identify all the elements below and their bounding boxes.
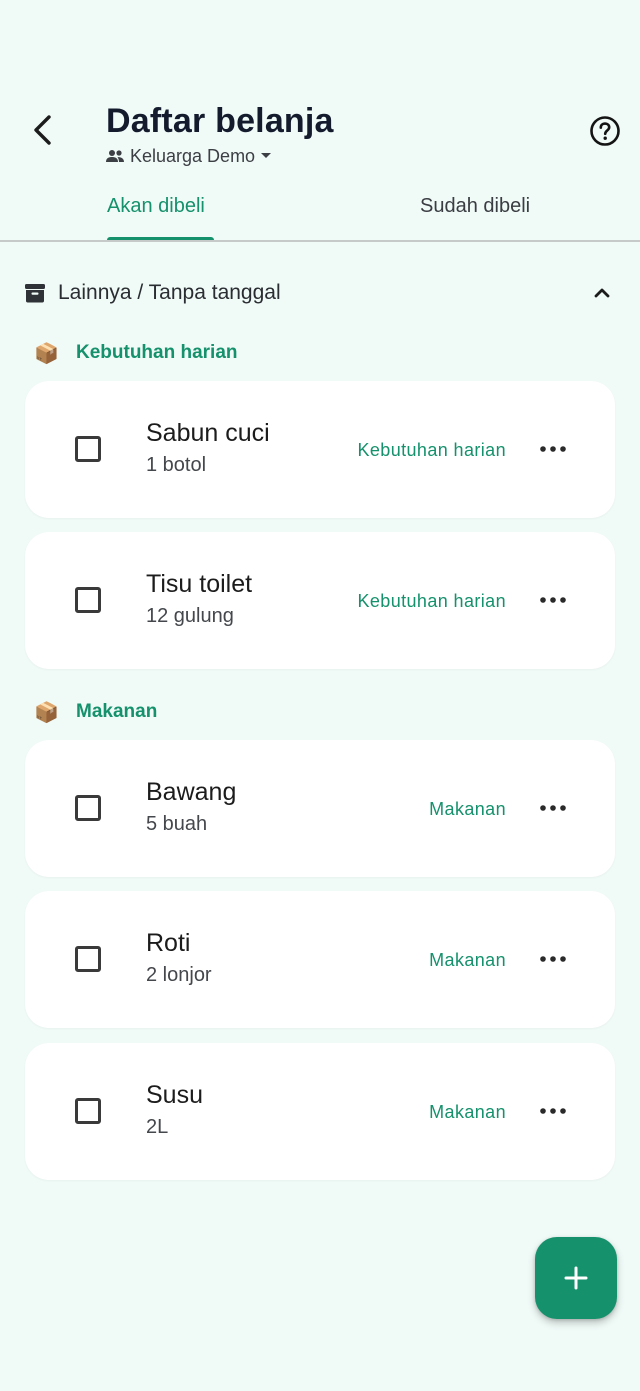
item-quantity: 12 gulung: [146, 605, 234, 627]
item-category-tag: Kebutuhan harian: [357, 591, 506, 611]
caret-down-icon: [261, 153, 272, 158]
people-icon: [106, 150, 124, 162]
section-label: Lainnya / Tanpa tanggal: [58, 281, 281, 304]
tab-label: Sudah dibeli: [420, 195, 531, 217]
item-name: Sabun cuci: [146, 419, 270, 447]
more-horizontal-icon: [540, 805, 566, 811]
item-checkbox[interactable]: [75, 795, 101, 821]
item-quantity: 5 buah: [146, 813, 208, 835]
app-screen: Daftar belanja Keluarga Demo Akan dibeli…: [0, 0, 640, 1391]
tab-akan-dibeli[interactable]: Akan dibeli: [0, 186, 320, 242]
family-name: Keluarga Demo: [130, 145, 256, 166]
archive-box-icon: [25, 284, 45, 303]
more-options-button[interactable]: [535, 584, 571, 616]
list-item[interactable]: Sabun cuci 1 botol Kebutuhan harian: [25, 381, 615, 518]
item-category-tag: Makanan: [429, 1102, 506, 1122]
item-checkbox[interactable]: [75, 1098, 101, 1124]
tabs-divider: [0, 240, 640, 242]
more-options-button[interactable]: [535, 943, 571, 975]
back-button[interactable]: [22, 108, 62, 152]
item-category-tag: Kebutuhan harian: [357, 440, 506, 460]
section-header-lainnya[interactable]: Lainnya / Tanpa tanggal: [24, 276, 618, 310]
package-icon: 📦: [34, 701, 59, 724]
chevron-up-icon[interactable]: [590, 281, 614, 305]
more-horizontal-icon: [540, 956, 566, 962]
more-horizontal-icon: [540, 597, 566, 603]
page-title: Daftar belanja: [106, 102, 334, 140]
item-checkbox[interactable]: [75, 436, 101, 462]
item-quantity: 2 lonjor: [146, 964, 212, 986]
add-item-button[interactable]: [535, 1237, 617, 1319]
tab-label: Akan dibeli: [107, 195, 205, 217]
item-quantity: 2L: [146, 1116, 169, 1138]
item-checkbox[interactable]: [75, 946, 101, 972]
item-category-tag: Makanan: [429, 950, 506, 970]
group-label-text: Kebutuhan harian: [76, 342, 238, 363]
item-checkbox[interactable]: [75, 587, 101, 613]
family-selector[interactable]: Keluarga Demo: [106, 143, 272, 169]
item-name: Susu: [146, 1081, 203, 1109]
item-name: Bawang: [146, 778, 237, 806]
item-name: Tisu toilet: [146, 570, 253, 598]
arrow-back-icon: [34, 115, 51, 145]
group-label-text: Makanan: [76, 701, 158, 722]
tab-bar: Akan dibeli Sudah dibeli: [0, 186, 640, 242]
item-category-tag: Makanan: [429, 799, 506, 819]
more-options-button[interactable]: [535, 433, 571, 465]
group-label-kebutuhan-harian: 📦 Kebutuhan harian: [34, 339, 238, 367]
list-item[interactable]: Tisu toilet 12 gulung Kebutuhan harian: [25, 532, 615, 669]
more-options-button[interactable]: [535, 792, 571, 824]
more-horizontal-icon: [540, 1108, 566, 1114]
package-icon: 📦: [34, 342, 59, 365]
group-label-makanan: 📦 Makanan: [34, 698, 157, 726]
list-item[interactable]: Roti 2 lonjor Makanan: [25, 891, 615, 1028]
tab-sudah-dibeli[interactable]: Sudah dibeli: [320, 186, 640, 242]
help-circle-icon: [590, 116, 620, 146]
more-options-button[interactable]: [535, 1095, 571, 1127]
list-item[interactable]: Susu 2L Makanan: [25, 1043, 615, 1180]
list-item[interactable]: Bawang 5 buah Makanan: [25, 740, 615, 877]
item-name: Roti: [146, 929, 191, 957]
help-button[interactable]: [586, 112, 624, 150]
more-horizontal-icon: [540, 446, 566, 452]
plus-icon: [564, 1266, 588, 1290]
app-header: Daftar belanja Keluarga Demo Akan dibeli…: [0, 0, 640, 242]
item-quantity: 1 botol: [146, 454, 207, 476]
